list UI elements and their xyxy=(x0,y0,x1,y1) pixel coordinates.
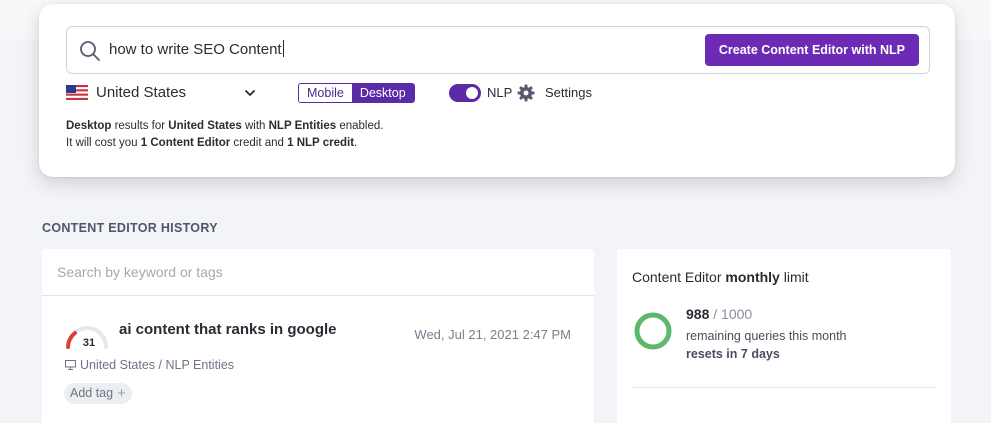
content-score-value: 31 xyxy=(83,337,95,349)
remaining-label: remaining queries this month xyxy=(686,329,847,343)
nlp-toggle[interactable] xyxy=(449,84,481,102)
history-search-input[interactable]: Search by keyword or tags xyxy=(42,249,594,296)
resets-label: resets in 7 days xyxy=(686,347,780,361)
add-tag-button[interactable]: Add tag + xyxy=(64,383,132,404)
search-summary: Desktop results for United States with N… xyxy=(66,120,384,149)
device-toggle: Mobile Desktop xyxy=(298,83,415,103)
monthly-limit-panel: Content Editor monthly limit 988 / 1000 … xyxy=(617,249,951,423)
history-item-meta: United States / NLP Entities xyxy=(80,358,235,372)
history-item-date: Wed, Jul 21, 2021 2:47 PM xyxy=(414,327,571,342)
us-flag-icon xyxy=(66,85,88,100)
history-panel: Search by keyword or tags 31 ai content … xyxy=(42,249,594,423)
nlp-label: NLP xyxy=(487,85,513,100)
limit-title: Content Editor monthly limit xyxy=(632,269,809,285)
content-score-gauge: 31 xyxy=(66,326,108,349)
desktop-icon xyxy=(65,360,76,370)
options-row: United States Mobile Desktop NLP Setting… xyxy=(66,82,926,104)
history-heading: CONTENT EDITOR HISTORY xyxy=(42,221,218,235)
search-icon xyxy=(80,41,100,61)
device-option-desktop[interactable]: Desktop xyxy=(351,84,414,102)
country-select[interactable]: United States xyxy=(96,84,186,101)
divider xyxy=(632,387,936,388)
plus-icon: + xyxy=(117,385,126,402)
gear-icon[interactable] xyxy=(517,84,535,102)
usage-ring xyxy=(634,312,672,350)
keyword-input[interactable]: how to write SEO Content xyxy=(109,40,284,58)
nlp-toggle-knob xyxy=(466,87,478,99)
device-option-mobile[interactable]: Mobile xyxy=(299,84,352,102)
history-item-title[interactable]: ai content that ranks in google xyxy=(119,321,337,338)
chevron-down-icon[interactable] xyxy=(244,88,256,98)
search-card: how to write SEO Content Create Content … xyxy=(39,4,955,177)
remaining-count: 988 / 1000 xyxy=(686,306,753,322)
keyword-search-box[interactable]: how to write SEO Content Create Content … xyxy=(66,26,930,74)
settings-link[interactable]: Settings xyxy=(545,85,592,100)
create-content-editor-button[interactable]: Create Content Editor with NLP xyxy=(704,34,919,66)
